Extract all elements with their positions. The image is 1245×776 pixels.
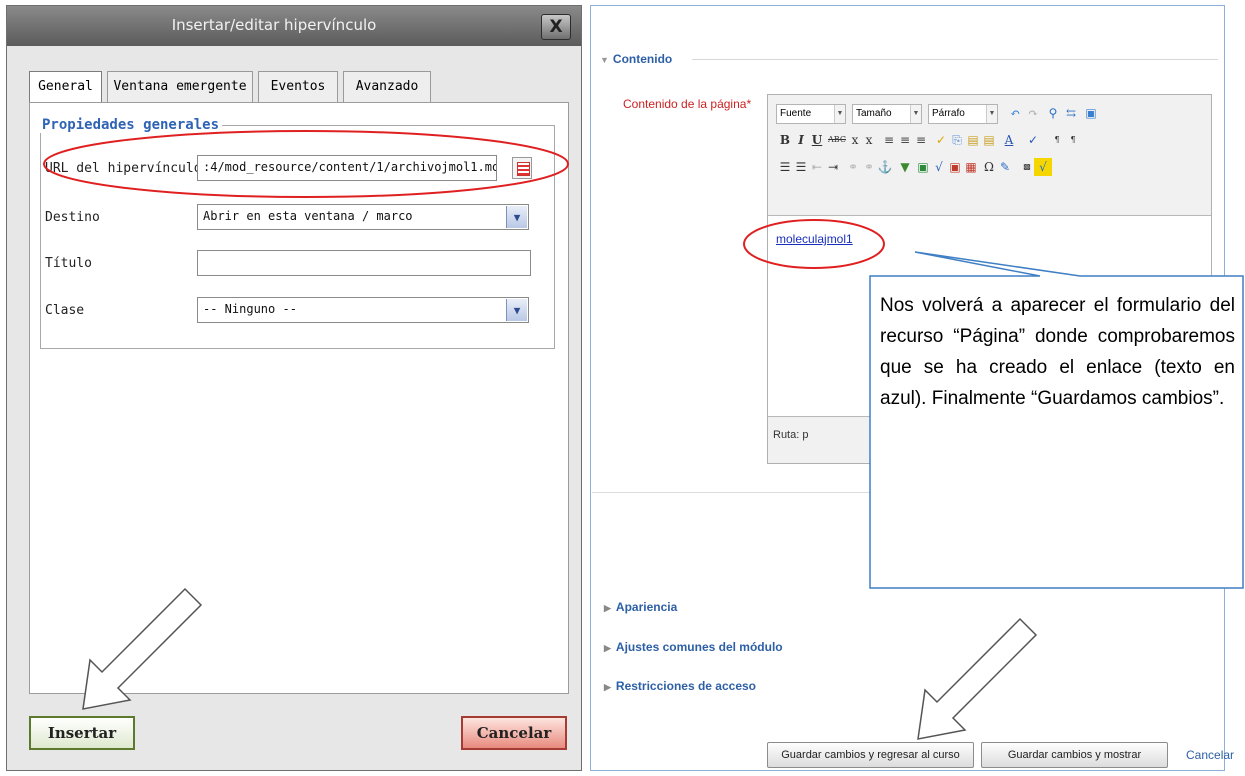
clase-value: -- Ninguno --	[203, 302, 297, 316]
section-contenido[interactable]: ▼ Contenido	[600, 52, 672, 66]
titulo-input[interactable]	[197, 250, 531, 276]
font-select-label: Fuente	[780, 108, 812, 119]
section-divider	[692, 59, 1218, 60]
collapsed-triangle-icon: ▶	[604, 643, 611, 653]
dialog-titlebar[interactable]: Insertar/editar hipervínculo X	[7, 6, 581, 46]
find-icon[interactable]: ⚲	[1044, 104, 1062, 122]
tab-ventana-emergente[interactable]: Ventana emergente	[107, 71, 253, 103]
callout-text: Nos volverá a aparecer el formulario del…	[880, 295, 1235, 409]
url-label: URL del hipervínculo	[45, 161, 202, 176]
collapsed-triangle-icon: ▶	[604, 603, 611, 613]
font-select[interactable]: Fuente ▼	[776, 104, 846, 124]
strikethrough-icon[interactable]: ABC	[826, 131, 848, 149]
chevron-down-icon: ▼	[986, 105, 997, 123]
paragraph-select[interactable]: Párrafo ▼	[928, 104, 998, 124]
save-return-button[interactable]: Guardar cambios y regresar al curso	[767, 742, 974, 768]
destino-value: Abrir en esta ventana / marco	[203, 209, 413, 223]
fieldset-legend: Propiedades generales	[42, 117, 220, 133]
insert-image-icon[interactable]: ▼	[896, 158, 914, 176]
required-mark: *	[746, 97, 752, 111]
chevron-down-icon: ▼	[506, 206, 527, 228]
editor-link-text[interactable]: moleculajmol1	[776, 232, 853, 246]
tab-general[interactable]: General	[29, 71, 102, 104]
section-restricciones[interactable]: ▶ Restricciones de acceso	[604, 679, 756, 693]
clase-label: Clase	[45, 303, 85, 318]
section-divider	[592, 492, 1217, 493]
size-select-label: Tamaño	[856, 108, 892, 119]
tab-eventos[interactable]: Eventos	[258, 71, 338, 103]
collapsed-triangle-icon: ▶	[604, 682, 611, 692]
close-icon[interactable]: X	[541, 14, 571, 40]
size-select[interactable]: Tamaño ▼	[852, 104, 922, 124]
superscript-icon[interactable]: x	[860, 131, 878, 149]
section-restricciones-label: Restricciones de acceso	[615, 679, 756, 693]
replace-icon[interactable]: ⇆	[1062, 104, 1080, 122]
math-icon[interactable]: √	[1034, 158, 1052, 176]
chevron-down-icon: ▼	[910, 105, 921, 123]
edit-icon[interactable]: ✎	[996, 158, 1014, 176]
content-label-text: Contenido de la página	[623, 97, 747, 111]
section-contenido-label: Contenido	[612, 52, 673, 66]
tab-avanzado[interactable]: Avanzado	[343, 71, 431, 103]
chevron-down-icon: ▼	[834, 105, 845, 123]
paste-icon[interactable]: ▤	[980, 131, 998, 149]
insert-button[interactable]: Insertar	[29, 716, 135, 750]
save-show-button[interactable]: Guardar cambios y mostrar	[981, 742, 1168, 768]
anchor-icon[interactable]: ⚓	[876, 158, 894, 176]
editor-path: Ruta: p	[773, 429, 809, 441]
expanded-triangle-icon: ▼	[600, 55, 609, 65]
destino-label: Destino	[45, 210, 100, 225]
content-label: Contenido de la página*	[623, 97, 751, 111]
destino-select[interactable]: Abrir en esta ventana / marco ▼	[197, 204, 529, 230]
cancel-link[interactable]: Cancelar	[1186, 748, 1234, 762]
indent-icon[interactable]: ⇥	[824, 158, 842, 176]
general-panel: Propiedades generales URL del hipervíncu…	[29, 102, 569, 694]
titulo-label: Título	[45, 256, 92, 271]
paragraph-select-label: Párrafo	[932, 108, 965, 119]
dialog-title: Insertar/editar hipervínculo	[171, 16, 377, 34]
text-color-icon[interactable]: A	[1000, 131, 1018, 149]
section-apariencia-label: Apariencia	[615, 600, 678, 614]
browse-icon[interactable]	[512, 157, 532, 179]
redo-icon[interactable]: ↷	[1024, 104, 1042, 122]
cancel-button[interactable]: Cancelar	[461, 716, 567, 750]
rtl-icon[interactable]: ¶	[1064, 131, 1082, 149]
section-apariencia[interactable]: ▶ Apariencia	[604, 600, 677, 614]
table-icon[interactable]: ▦	[962, 158, 980, 176]
undo-icon[interactable]: ↶	[1006, 104, 1024, 122]
section-ajustes-comunes[interactable]: ▶ Ajustes comunes del módulo	[604, 640, 783, 654]
url-input[interactable]: :4/mod_resource/content/1/archivojmol1.m…	[197, 155, 497, 181]
section-ajustes-comunes-label: Ajustes comunes del módulo	[615, 640, 783, 654]
insert-link-dialog: Insertar/editar hipervínculo X General V…	[6, 5, 582, 771]
underline-icon[interactable]: U	[808, 131, 826, 149]
align-right-icon[interactable]: ≡	[912, 131, 930, 149]
chevron-down-icon: ▼	[506, 299, 527, 321]
highlight-color-icon[interactable]: ✓	[1024, 131, 1042, 149]
clase-select[interactable]: -- Ninguno -- ▼	[197, 297, 529, 323]
fullscreen-icon[interactable]: ▣	[1082, 104, 1100, 122]
